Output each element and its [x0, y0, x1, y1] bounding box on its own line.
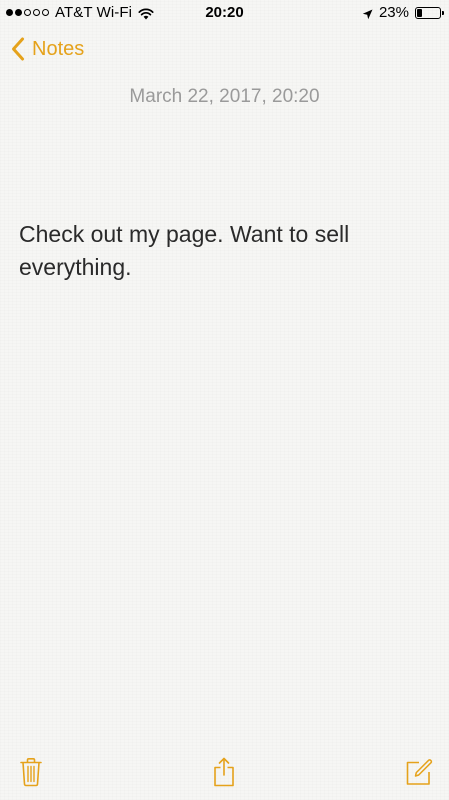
battery-percent: 23%	[378, 4, 409, 21]
compose-button[interactable]	[403, 756, 435, 788]
note-body[interactable]: Check out my page. Want to sell everythi…	[19, 218, 419, 284]
paper-background	[0, 0, 449, 800]
trash-icon	[19, 757, 43, 787]
chevron-left-icon	[10, 36, 26, 62]
compose-icon	[405, 758, 433, 786]
back-label: Notes	[32, 37, 85, 60]
note-date: March 22, 2017, 20:20	[129, 86, 320, 107]
status-bar: AT&T Wi-Fi 20:20 23%	[0, 0, 449, 26]
battery-icon	[415, 6, 444, 19]
delete-button[interactable]	[15, 756, 47, 788]
share-button[interactable]	[208, 756, 240, 788]
status-right: 23%	[362, 4, 444, 21]
battery-fill	[417, 8, 422, 17]
battery-tip	[442, 10, 444, 15]
share-icon	[212, 757, 236, 787]
location-arrow-icon	[362, 7, 373, 20]
back-button[interactable]: Notes	[10, 36, 84, 62]
